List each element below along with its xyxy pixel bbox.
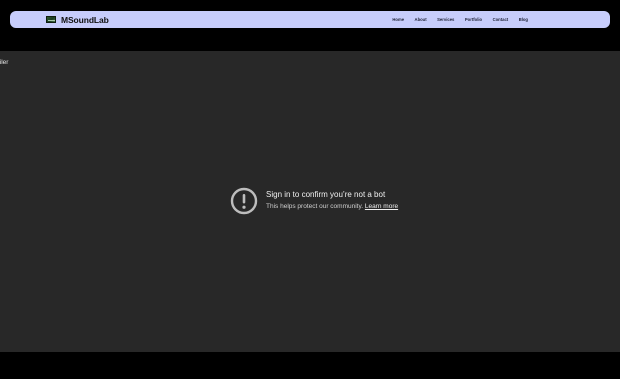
exclamation-circle-icon <box>230 187 258 215</box>
learn-more-link[interactable]: Learn more <box>365 203 398 210</box>
brand-name: MSoundLab <box>61 14 109 25</box>
page: MSoundLab Home About Services Portfolio … <box>0 0 620 379</box>
top-navbar: MSoundLab Home About Services Portfolio … <box>10 11 610 28</box>
studio-mixer-logo-icon <box>46 16 56 23</box>
video-title[interactable]: railer <box>0 59 8 66</box>
nav-link-home[interactable]: Home <box>392 17 404 22</box>
nav-link-contact[interactable]: Contact <box>493 17 509 22</box>
notice-title: Sign in to confirm you’re not a bot <box>266 190 386 199</box>
notice-message-line: This helps protect our community. Learn … <box>266 203 398 210</box>
bot-check-notice: Sign in to confirm you’re not a bot This… <box>230 187 398 215</box>
notice-message: This helps protect our community. <box>266 203 364 210</box>
brand-logo-link[interactable]: MSoundLab <box>46 11 109 28</box>
nav-link-about[interactable]: About <box>415 17 427 22</box>
nav-link-blog[interactable]: Blog <box>519 17 528 22</box>
nav-link-portfolio[interactable]: Portfolio <box>465 17 482 22</box>
nav-link-services[interactable]: Services <box>437 17 454 22</box>
notice-text-block: Sign in to confirm you’re not a bot This… <box>266 190 398 210</box>
nav-menu: Home About Services Portfolio Contact Bl… <box>392 11 528 28</box>
embedded-video-player[interactable]: railer Sign in to confirm you’re not a b… <box>0 51 620 352</box>
